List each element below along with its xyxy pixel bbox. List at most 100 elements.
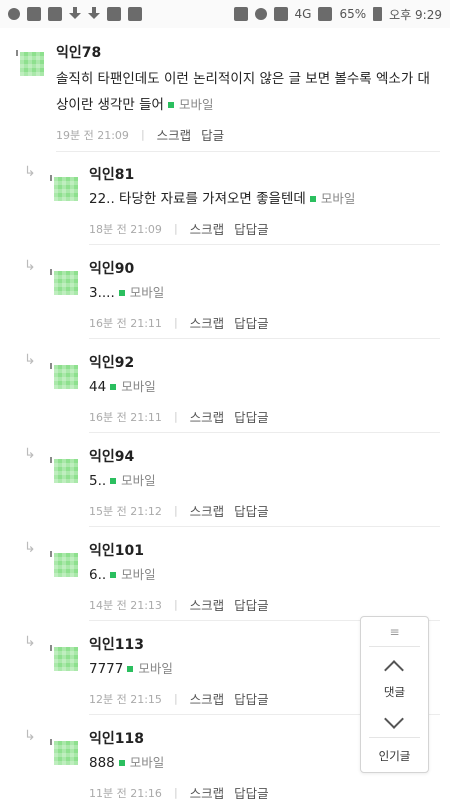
reply-button[interactable]: 답답글	[234, 219, 269, 238]
mute-icon	[233, 7, 248, 21]
device-tag: 모바일	[106, 473, 156, 488]
device-label: 모바일	[121, 567, 156, 582]
comment-text: 22.. 타당한 자료를 가져오면 좋을텐데	[89, 191, 306, 207]
comments-nav-button[interactable]: 댓글	[361, 684, 428, 700]
device-label: 모바일	[129, 755, 165, 770]
comment-text-block: 5.. 모바일	[89, 468, 369, 494]
comment-time: 19분 전 21:09	[56, 128, 129, 142]
device-tag: 모바일	[164, 97, 214, 112]
reply-button[interactable]: 답답글	[234, 689, 269, 708]
device-label: 모바일	[121, 379, 156, 394]
divider: |	[173, 692, 178, 705]
avatar	[16, 50, 44, 76]
mobile-indicator-icon	[167, 102, 174, 108]
divider: |	[173, 222, 178, 235]
comment-author: 익인113	[89, 637, 144, 653]
mobile-indicator-icon	[118, 760, 125, 766]
divider: |	[173, 410, 178, 423]
comment-time: 12분 전 21:15	[89, 692, 162, 706]
mobile-indicator-icon	[118, 290, 125, 296]
device-label: 모바일	[320, 191, 356, 206]
comment-time: 18분 전 21:09	[89, 222, 162, 236]
hamburger-icon[interactable]: ≡	[361, 625, 428, 639]
scrap-button[interactable]: 스크랩	[190, 219, 225, 238]
reply-arrow-icon: ↳	[24, 258, 36, 274]
mobile-indicator-icon	[309, 196, 316, 202]
reply-arrow-icon: ↳	[24, 352, 36, 368]
mobile-indicator-icon	[110, 384, 117, 390]
reply-arrow-icon: ↳	[24, 728, 36, 744]
divider: |	[173, 316, 178, 329]
avatar	[50, 269, 78, 295]
divider: |	[173, 598, 178, 611]
reply-button[interactable]: 답답글	[234, 783, 269, 802]
avatar	[50, 457, 78, 483]
notification-icon	[8, 8, 20, 20]
reply-button[interactable]: 답답글	[234, 595, 269, 614]
avatar	[50, 551, 78, 577]
comment-text: 5..	[89, 473, 107, 489]
signal-icon	[318, 7, 333, 21]
device-tag: 모바일	[306, 191, 356, 206]
avatar	[50, 739, 78, 765]
comment-divider	[89, 432, 440, 433]
scrap-button[interactable]: 스크랩	[190, 595, 225, 614]
comment-text-block: 솔직히 타팬인데도 이런 논리적이지 않은 글 보면 볼수록 엑소가 대상이란 …	[56, 66, 441, 118]
comment-author: 익인101	[89, 543, 144, 559]
reply-button[interactable]: 답답글	[234, 501, 269, 520]
comment-time: 16분 전 21:11	[89, 316, 162, 330]
mobile-indicator-icon	[110, 572, 117, 578]
reply-button[interactable]: 답글	[201, 125, 224, 144]
comment-author: 익인118	[89, 731, 144, 747]
popular-posts-button[interactable]: 인기글	[361, 748, 428, 764]
comment-divider	[89, 526, 440, 527]
scrap-button[interactable]: 스크랩	[190, 313, 225, 332]
chevron-down-icon[interactable]	[384, 709, 404, 729]
divider	[369, 646, 420, 647]
app-notification-icon	[128, 7, 142, 21]
reply-arrow-icon: ↳	[24, 634, 36, 650]
comment-meta: 16분 전 21:11 | 스크랩 답답글	[89, 313, 269, 332]
alarm-icon	[254, 8, 267, 20]
reply-arrow-icon: ↳	[24, 446, 36, 462]
download-icon	[69, 7, 81, 21]
comment-meta: 11분 전 21:16 | 스크랩 답답글	[89, 783, 269, 802]
scrap-button[interactable]: 스크랩	[190, 689, 225, 708]
device-label: 모바일	[178, 97, 214, 112]
comment-meta: 15분 전 21:12 | 스크랩 답답글	[89, 501, 269, 520]
device-tag: 모바일	[106, 567, 156, 582]
floating-nav: ≡ 댓글 인기글	[360, 616, 429, 773]
comment-text: 3....	[89, 285, 115, 301]
comment-divider	[89, 244, 440, 245]
comment-text-block: 6.. 모바일	[89, 562, 369, 588]
image-icon	[107, 7, 121, 21]
chevron-up-icon[interactable]	[384, 660, 404, 680]
status-bar-system: 4G 65% 오후 9:29	[233, 6, 442, 23]
comment-text-block: 888 모바일	[89, 750, 369, 776]
reply-button[interactable]: 답답글	[234, 407, 269, 426]
divider	[369, 737, 420, 738]
avatar	[50, 645, 78, 671]
comment-author: 익인90	[89, 261, 135, 277]
scrap-button[interactable]: 스크랩	[190, 783, 225, 802]
comment-text: 7777	[89, 661, 124, 677]
avatar	[50, 175, 78, 201]
nfc-icon	[273, 7, 288, 21]
device-label: 모바일	[129, 285, 165, 300]
comment-text: 솔직히 타팬인데도 이런 논리적이지 않은 글 보면 볼수록 엑소가 대상이란 …	[56, 71, 430, 113]
reply-button[interactable]: 답답글	[234, 313, 269, 332]
scrap-button[interactable]: 스크랩	[157, 125, 192, 144]
device-tag: 모바일	[115, 285, 165, 300]
scrap-button[interactable]: 스크랩	[190, 407, 225, 426]
comment-author: 익인94	[89, 449, 135, 465]
app-notification-icon	[27, 7, 41, 21]
status-bar: 4G 65% 오후 9:29	[0, 0, 450, 28]
divider: |	[173, 504, 178, 517]
comment-text: 44	[89, 379, 107, 395]
clock: 오후 9:29	[389, 7, 442, 22]
device-tag: 모바일	[115, 755, 165, 770]
divider: |	[173, 786, 178, 799]
comment-time: 15분 전 21:12	[89, 504, 162, 518]
scrap-button[interactable]: 스크랩	[190, 501, 225, 520]
comment-author: 익인92	[89, 355, 135, 371]
